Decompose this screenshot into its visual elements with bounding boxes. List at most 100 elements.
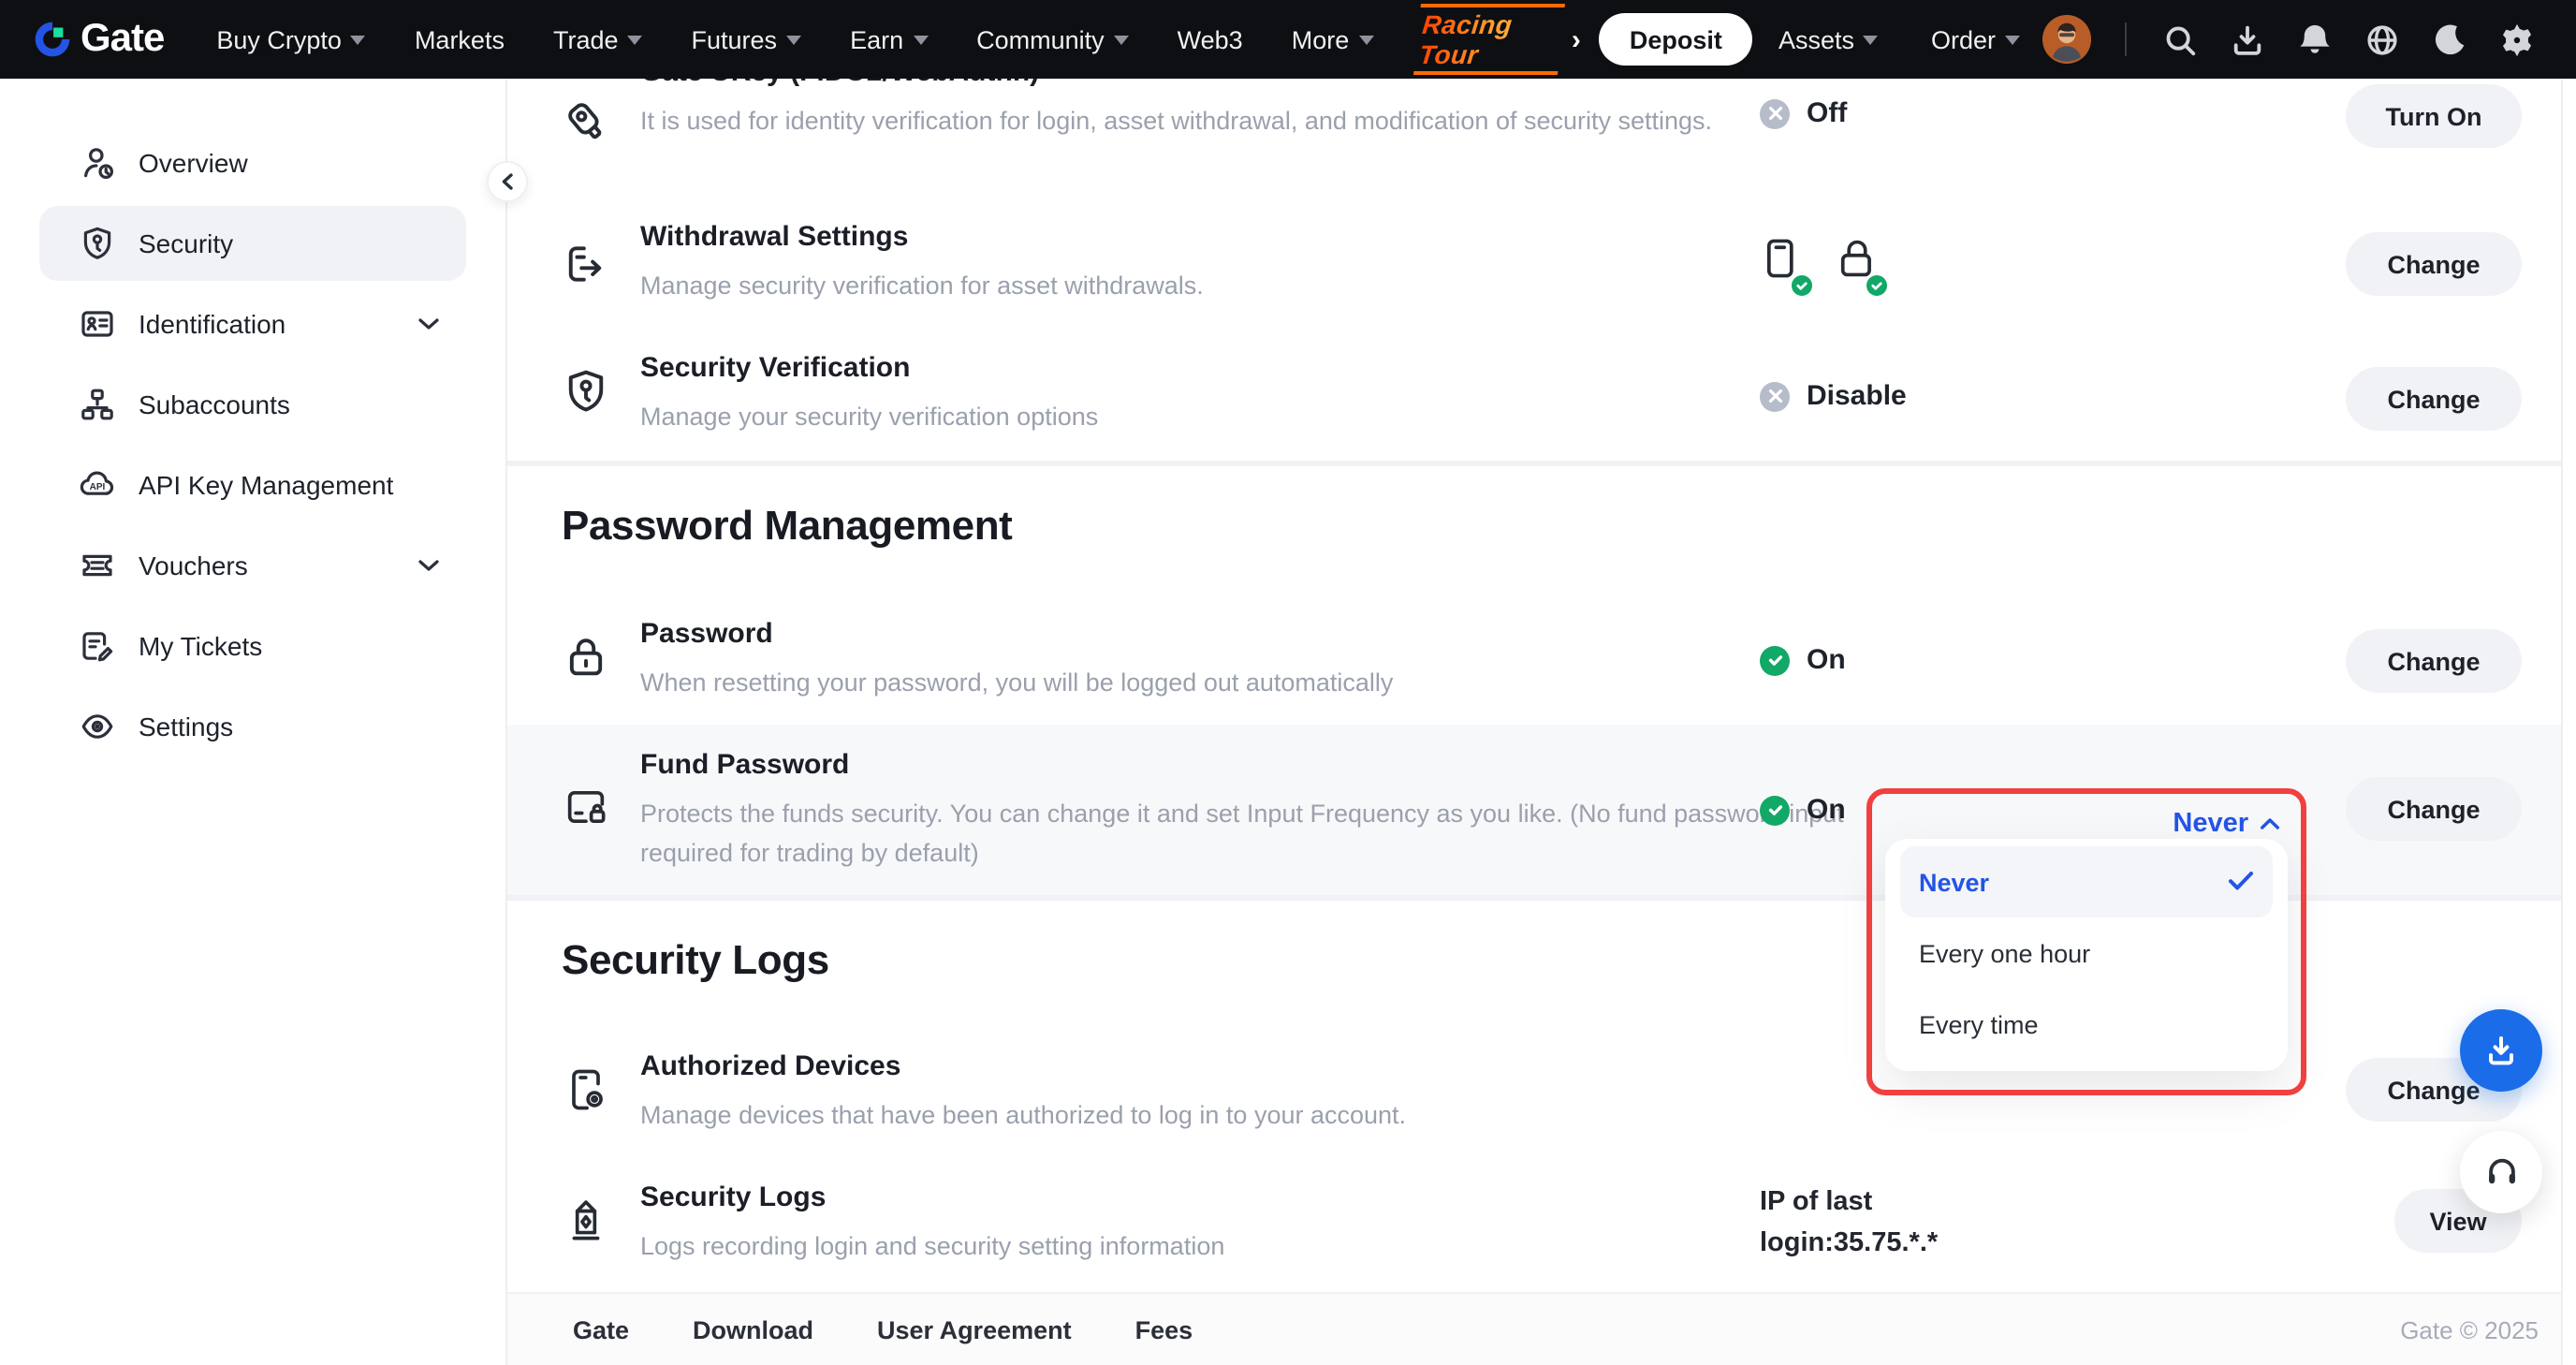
download-icon xyxy=(2482,1032,2520,1069)
api-cloud-icon: API xyxy=(79,466,116,504)
settings-gear-icon[interactable] xyxy=(2482,0,2550,79)
caret-down-icon xyxy=(351,35,366,44)
footer-link-fees[interactable]: Fees xyxy=(1135,1315,1193,1343)
withdrawal-desc: Manage security verification for asset w… xyxy=(640,266,1204,305)
account-sidebar: Overview Security Identification Subacco… xyxy=(0,79,507,1365)
withdrawal-change-button[interactable]: Change xyxy=(2346,232,2522,296)
logs-icon xyxy=(562,1196,610,1255)
footer-link-user-agreement[interactable]: User Agreement xyxy=(877,1315,1072,1343)
caret-down-icon xyxy=(628,35,643,44)
fund-password-status-label: On xyxy=(1807,794,1846,826)
nav-right-cluster: Deposit Assets Order xyxy=(1600,0,2550,79)
input-frequency-select[interactable]: Never xyxy=(1866,794,2306,852)
fund-password-desc: Protects the funds security. You can cha… xyxy=(640,794,1876,873)
nav-markets[interactable]: Markets xyxy=(390,0,529,79)
settings-eye-icon xyxy=(79,708,116,745)
nav-label: Community xyxy=(976,25,1105,53)
security-verification-title: Security Verification xyxy=(640,352,1098,384)
security-verification-status-label: Disable xyxy=(1807,380,1907,412)
nav-trade[interactable]: Trade xyxy=(529,0,667,79)
ip-line-2: login:35.75.*.* xyxy=(1760,1223,1938,1264)
check-circle-icon xyxy=(1760,645,1790,675)
security-verification-desc: Manage your security verification option… xyxy=(640,397,1098,436)
input-frequency-value: Never xyxy=(2173,808,2248,838)
nav-buy-crypto[interactable]: Buy Crypto xyxy=(192,0,390,79)
shield-key-icon xyxy=(562,367,610,425)
security-logs-desc: Logs recording login and security settin… xyxy=(640,1226,1224,1266)
subaccounts-icon xyxy=(79,386,116,423)
sidebar-item-subaccounts[interactable]: Subaccounts xyxy=(39,367,466,442)
ukey-icon xyxy=(562,97,610,155)
nav-earn[interactable]: Earn xyxy=(826,0,952,79)
caret-down-icon xyxy=(2005,35,2020,44)
headset-icon xyxy=(2481,1152,2521,1192)
fund-password-change-button[interactable]: Change xyxy=(2346,777,2522,841)
sidebar-item-api-key-management[interactable]: API API Key Management xyxy=(39,448,466,522)
sidebar-collapse-button[interactable] xyxy=(487,161,528,202)
notifications-bell-icon[interactable] xyxy=(2280,0,2348,79)
user-icon xyxy=(79,144,116,182)
turn-on-button[interactable]: Turn On xyxy=(2346,84,2522,148)
sidebar-item-my-tickets[interactable]: My Tickets xyxy=(39,609,466,683)
caret-down-icon xyxy=(1114,35,1129,44)
caret-down-icon xyxy=(1864,35,1879,44)
deposit-button[interactable]: Deposit xyxy=(1600,13,1752,66)
password-management-header: Password Management xyxy=(562,502,1012,550)
gate-ukey-desc: It is used for identity verification for… xyxy=(640,101,1712,140)
password-change-button[interactable]: Change xyxy=(2346,629,2522,693)
nav-more[interactable]: More xyxy=(1267,0,1398,79)
scrollbar-gutter[interactable] xyxy=(2561,79,2576,1365)
sidebar-item-identification[interactable]: Identification xyxy=(39,286,466,361)
nav-menu: Buy Crypto Markets Trade Futures Earn Co… xyxy=(192,0,1600,79)
sidebar-item-label: Overview xyxy=(139,148,248,178)
check-badge-icon xyxy=(1866,275,1887,296)
check-circle-icon xyxy=(1760,795,1790,825)
sidebar-item-security[interactable]: Security xyxy=(39,206,466,281)
nav-assets[interactable]: Assets xyxy=(1752,0,1905,79)
password-title: Password xyxy=(640,618,1393,650)
gate-ukey-status: Off xyxy=(1760,97,1847,129)
row-security-logs: Security Logs Logs recording login and s… xyxy=(562,1182,2522,1286)
sidebar-item-label: My Tickets xyxy=(139,631,262,661)
nav-label: Earn xyxy=(850,25,903,53)
chevron-left-icon xyxy=(500,172,515,191)
sidebar-item-overview[interactable]: Overview xyxy=(39,125,466,200)
avatar[interactable] xyxy=(2042,15,2091,64)
download-app-fab[interactable] xyxy=(2460,1009,2542,1092)
sidebar-item-label: Subaccounts xyxy=(139,389,290,419)
security-verification-change-button[interactable]: Change xyxy=(2346,367,2522,431)
racing-tour-label: Racing Tour xyxy=(1412,4,1564,75)
security-verification-status: Disable xyxy=(1760,380,1907,412)
nav-label: More xyxy=(1292,25,1350,53)
card-lock-icon xyxy=(562,783,610,841)
chevron-right-icon: › xyxy=(1572,23,1581,55)
language-globe-icon[interactable] xyxy=(2348,0,2415,79)
racing-tour-banner[interactable]: Racing Tour › xyxy=(1398,4,1600,75)
sidebar-item-settings[interactable]: Settings xyxy=(39,689,466,764)
nav-label: Markets xyxy=(415,25,505,53)
authorized-devices-title: Authorized Devices xyxy=(640,1050,1406,1082)
nav-order[interactable]: Order xyxy=(1905,0,2031,79)
download-app-icon[interactable] xyxy=(2213,0,2280,79)
footer-link-gate[interactable]: Gate xyxy=(573,1315,629,1343)
x-circle-icon xyxy=(1760,381,1790,411)
sidebar-item-vouchers[interactable]: Vouchers xyxy=(39,528,466,603)
phone-verified-icon xyxy=(1760,236,1805,290)
fund-password-title: Fund Password xyxy=(640,749,1876,781)
withdrawal-verification-icons xyxy=(1760,236,1880,290)
nav-label: Trade xyxy=(553,25,619,53)
caret-down-icon xyxy=(913,35,928,44)
search-icon[interactable] xyxy=(2145,0,2213,79)
security-logs-header: Security Logs xyxy=(562,936,829,985)
footer-link-download[interactable]: Download xyxy=(693,1315,813,1343)
section-divider xyxy=(507,461,2561,466)
security-logs-title: Security Logs xyxy=(640,1182,1224,1213)
dark-mode-moon-icon[interactable] xyxy=(2415,0,2482,79)
nav-futures[interactable]: Futures xyxy=(667,0,827,79)
gate-logo[interactable]: Gate xyxy=(32,17,164,62)
row-security-verification: Security Verification Manage your securi… xyxy=(562,352,2522,464)
customer-support-fab[interactable] xyxy=(2460,1131,2542,1213)
nav-web3[interactable]: Web3 xyxy=(1153,0,1267,79)
page: Gate UKey (FIDO2/WebAuthn) It is used fo… xyxy=(0,0,2576,1365)
nav-community[interactable]: Community xyxy=(952,0,1153,79)
